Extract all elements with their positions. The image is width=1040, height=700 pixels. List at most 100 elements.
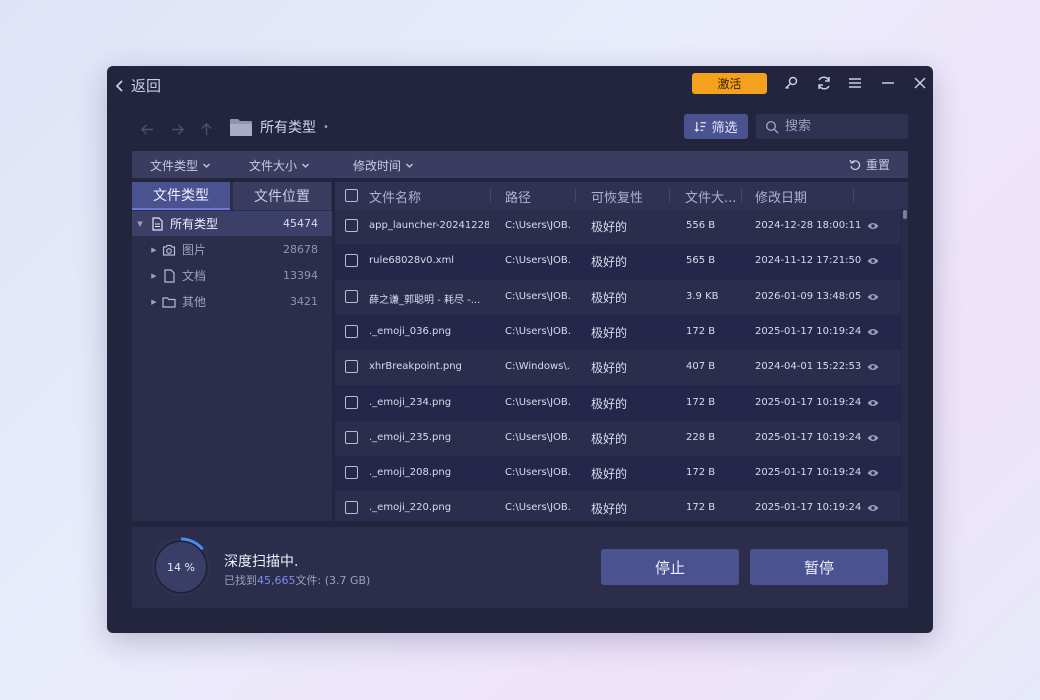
preview-eye-icon[interactable] — [867, 398, 879, 408]
tree-item-all-types[interactable]: ▼ 所有类型 45474 — [132, 211, 332, 236]
preview-eye-icon[interactable] — [867, 221, 879, 231]
modified-time-dropdown[interactable]: 修改时间 — [353, 157, 414, 174]
file-name: 薛之谦_郭聪明 - 耗尽 -... — [369, 294, 481, 306]
minimize-icon[interactable] — [877, 72, 899, 94]
table-row[interactable]: ._emoji_220.png C:\Users\JOB... 极好的 172 B 20… — [335, 491, 901, 521]
search-input[interactable] — [785, 119, 905, 134]
tree-item-images[interactable]: ▶ 图片 28678 — [132, 237, 332, 262]
search-box[interactable] — [756, 114, 908, 139]
column-divider[interactable] — [669, 189, 670, 202]
col-name[interactable]: 文件名称 — [369, 187, 421, 206]
category-panel: 文件类型 文件位置 ▼ 所有类型 45474 ▶ 图片 28678 ▶ 文档 1… — [132, 182, 332, 521]
file-size: 3.9 KB — [686, 290, 719, 302]
tree-label: 所有类型 — [170, 217, 219, 231]
caret-right-icon: ▶ — [151, 297, 157, 306]
breadcrumb-label: 所有类型 — [260, 120, 316, 136]
progress-percent: 14 % — [167, 560, 195, 574]
row-checkbox[interactable] — [345, 219, 358, 235]
app-window: 返回 激活 所有类型 • 筛选 搜索 文件类型 文件大小 修改时间 重置 文件类… — [107, 66, 933, 633]
breadcrumb[interactable]: 所有类型 • — [229, 117, 329, 137]
row-checkbox[interactable] — [345, 395, 358, 412]
file-name: rule68028v0.xml — [369, 255, 455, 267]
column-divider[interactable] — [575, 189, 576, 202]
tree-label: 其他 — [182, 295, 207, 309]
row-checkbox[interactable] — [345, 324, 358, 341]
tree-label: 文档 — [182, 269, 207, 283]
table-row[interactable]: xhrBreakpoint.png C:\Windows\... 极好的 407 B 2… — [335, 350, 901, 386]
preview-eye-icon[interactable] — [867, 292, 879, 302]
column-divider[interactable] — [853, 189, 854, 202]
stop-button[interactable]: 停止 — [601, 549, 739, 585]
preview-eye-icon[interactable] — [867, 433, 879, 443]
row-checkbox[interactable] — [345, 289, 358, 306]
preview-eye-icon[interactable] — [867, 327, 879, 337]
row-checkbox[interactable] — [345, 430, 358, 447]
table-row[interactable]: rule68028v0.xml C:\Users\JOB... 极好的 565 B 20… — [335, 244, 901, 280]
file-name: ._emoji_036.png — [369, 325, 452, 337]
file-type-dropdown[interactable]: 文件类型 — [150, 157, 211, 174]
filter-button[interactable]: 筛选 — [684, 114, 748, 139]
table-header: 文件名称 路径 可恢复性 文件大... 修改日期 — [335, 182, 908, 209]
preview-eye-icon[interactable] — [867, 362, 879, 372]
select-all-checkbox[interactable] — [345, 189, 358, 202]
col-recoverability[interactable]: 可恢复性 — [591, 187, 643, 206]
column-divider[interactable] — [490, 189, 491, 202]
preview-eye-icon[interactable] — [867, 256, 879, 266]
file-date: 2024-04-01 15:22:53 — [755, 361, 862, 373]
filter-label: 筛选 — [711, 121, 738, 136]
reset-label: 重置 — [865, 158, 890, 172]
file-date: 2025-01-17 10:19:24 — [755, 431, 862, 443]
column-divider[interactable] — [741, 189, 742, 202]
file-size: 172 B — [686, 502, 716, 514]
vertical-scrollbar[interactable] — [902, 209, 908, 521]
file-name: ._emoji_208.png — [369, 467, 452, 479]
file-size: 556 B — [686, 220, 716, 231]
refresh-icon[interactable] — [813, 72, 835, 94]
file-path: C:\Users\JOB... — [505, 325, 571, 337]
preview-eye-icon[interactable] — [867, 468, 879, 478]
file-size-label: 文件大小 — [249, 159, 298, 173]
file-recoverability: 极好的 — [591, 220, 628, 234]
nav-back-arrow-icon[interactable] — [137, 119, 157, 139]
file-path: C:\Users\JOB... — [505, 467, 571, 479]
row-checkbox[interactable] — [345, 254, 358, 270]
reset-button[interactable]: 重置 — [849, 156, 890, 173]
col-path[interactable]: 路径 — [505, 187, 531, 206]
tree-item-documents[interactable]: ▶ 文档 13394 — [132, 263, 332, 288]
col-size[interactable]: 文件大... — [685, 187, 736, 206]
found-count: 45,665 — [257, 574, 296, 587]
tab-file-location[interactable]: 文件位置 — [233, 182, 331, 210]
preview-eye-icon[interactable] — [867, 503, 879, 513]
key-icon[interactable] — [780, 72, 802, 94]
caret-down-icon: ▼ — [137, 219, 143, 228]
row-checkbox[interactable] — [345, 466, 358, 482]
file-recoverability: 极好的 — [591, 467, 628, 482]
file-size: 228 B — [686, 431, 716, 443]
tree-item-other[interactable]: ▶ 其他 3421 — [132, 289, 332, 314]
nav-forward-arrow-icon[interactable] — [167, 119, 187, 139]
table-row[interactable]: ._emoji_234.png C:\Users\JOB... 极好的 172 B 20… — [335, 385, 901, 421]
col-date[interactable]: 修改日期 — [755, 187, 807, 206]
file-size-dropdown[interactable]: 文件大小 — [249, 157, 310, 174]
table-row[interactable]: ._emoji_036.png C:\Users\JOB... 极好的 172 B 20… — [335, 314, 901, 350]
tree-count: 45474 — [283, 217, 318, 230]
activate-button[interactable]: 激活 — [692, 73, 767, 94]
menu-icon[interactable] — [844, 72, 866, 94]
table-row[interactable]: ._emoji_208.png C:\Users\JOB... 极好的 172 B 20… — [335, 456, 901, 492]
file-table: 文件名称 路径 可恢复性 文件大... 修改日期 app_launcher-20… — [335, 182, 908, 521]
reset-icon — [849, 159, 861, 170]
table-row[interactable]: 薛之谦_郭聪明 - 耗尽 -... C:\Users\JOB... 极好的 3.9 K… — [335, 279, 901, 315]
file-size: 172 B — [686, 467, 716, 479]
pause-button[interactable]: 暂停 — [750, 549, 888, 585]
table-row[interactable]: ._emoji_235.png C:\Users\JOB... 极好的 228 B 20… — [335, 420, 901, 456]
row-checkbox[interactable] — [345, 360, 358, 376]
scrollbar-thumb[interactable] — [903, 210, 907, 219]
document-icon — [148, 216, 166, 232]
table-row[interactable]: app_launcher-20241228.l... C:\Users\JOB..… — [335, 209, 901, 244]
nav-up-arrow-icon[interactable] — [196, 119, 216, 139]
tab-file-type[interactable]: 文件类型 — [132, 182, 230, 210]
close-icon[interactable] — [909, 72, 931, 94]
back-button[interactable]: 返回 — [113, 75, 161, 96]
row-checkbox[interactable] — [345, 501, 358, 517]
caret-right-icon: ▶ — [151, 245, 157, 254]
